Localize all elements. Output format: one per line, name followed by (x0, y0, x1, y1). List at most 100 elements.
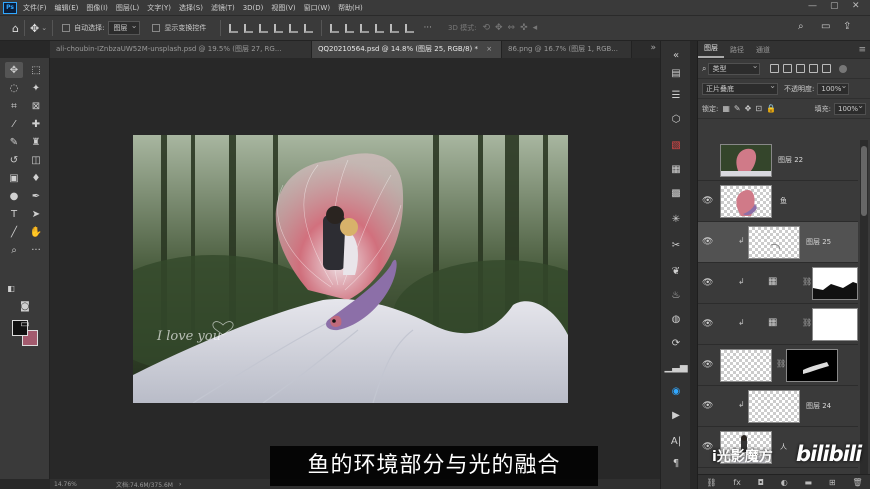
tab-document-1[interactable]: ali-choubin-IZnbzaUW52M-unsplash.psd @ 1… (50, 41, 312, 58)
filter-type-icon[interactable] (796, 64, 806, 73)
layer-item[interactable]: 👁 鱼 (698, 181, 858, 222)
layer-style-icon[interactable]: fx (733, 478, 741, 487)
menu-layer[interactable]: 图层(L) (116, 3, 139, 13)
eyedropper-icon[interactable]: ⁄ (5, 116, 23, 132)
visibility-eye-icon[interactable]: 👁 (702, 278, 713, 288)
type-tool-icon[interactable]: T (5, 206, 23, 222)
patterns-panel-icon[interactable]: ❦ (667, 263, 685, 279)
visibility-eye-icon[interactable]: 👁 (702, 319, 713, 329)
line-tool-icon[interactable]: ╱ (5, 224, 23, 240)
tools-preset-icon[interactable]: ✂ (667, 237, 685, 253)
default-colors-icon[interactable]: ◧ (2, 280, 20, 296)
gradient-tool-icon[interactable]: ▣ (5, 170, 23, 186)
distribute-bottom-icon[interactable] (405, 23, 415, 33)
layer-item[interactable]: 👁 ↲ 图层 25 (698, 222, 858, 263)
layer-mask-thumbnail[interactable] (812, 267, 858, 300)
panel-menu-icon[interactable]: ≡ (858, 45, 866, 58)
align-center-icon[interactable] (244, 23, 254, 33)
menu-select[interactable]: 选择(S) (179, 3, 203, 13)
navigator-panel-icon[interactable]: ◉ (667, 383, 685, 399)
distribute-left-icon[interactable] (330, 23, 340, 33)
auto-select-checkbox[interactable] (62, 24, 71, 32)
search-icon[interactable]: ⌕ (798, 21, 804, 32)
opacity-field[interactable]: 100% (817, 81, 850, 95)
menu-image[interactable]: 图像(I) (86, 3, 108, 13)
link-layers-icon[interactable]: ⛓ (706, 478, 716, 487)
3d-panel-icon[interactable]: ⬡ (667, 111, 685, 127)
menu-edit[interactable]: 编辑(E) (55, 3, 79, 13)
histogram-panel-icon[interactable]: ▁▃▅ (664, 359, 687, 375)
composite-artwork[interactable]: I love you (133, 135, 568, 403)
align-top-icon[interactable] (274, 23, 284, 33)
clone-source-icon[interactable]: ♨ (667, 287, 685, 303)
link-chain-icon[interactable]: ⛓ (802, 277, 812, 286)
distribute-center-icon[interactable] (345, 23, 355, 33)
eraser-tool-icon[interactable]: ◫ (27, 152, 45, 168)
brush-tool-icon[interactable]: ✎ (5, 134, 23, 150)
visibility-off-icon[interactable]: ● (702, 155, 710, 165)
history-brush-icon[interactable]: ↺ (5, 152, 23, 168)
paragraph-panel-icon[interactable]: ¶ (667, 455, 685, 471)
tab-document-3[interactable]: 86.png @ 16.7% (图层 1, RGB... (502, 41, 632, 58)
actions-play-icon[interactable]: ▶ (667, 407, 685, 423)
tab-close-icon[interactable]: × (486, 45, 492, 53)
scrollbar-thumb[interactable] (861, 146, 867, 216)
frame-tool-icon[interactable]: ⊠ (27, 98, 45, 114)
close-icon[interactable]: ✕ (852, 1, 860, 11)
auto-select-dropdown[interactable]: 图层 (108, 20, 141, 35)
menu-help[interactable]: 帮助(H) (338, 3, 363, 13)
tabs-overflow-icon[interactable]: » (650, 43, 656, 53)
layer-filter-dropdown[interactable]: 类型 (708, 61, 761, 75)
zoom-tool-icon[interactable]: ⌕ (5, 242, 23, 258)
healing-brush-icon[interactable]: ✚ (27, 116, 45, 132)
lasso-tool-icon[interactable]: ◌ (5, 80, 23, 96)
maximize-icon[interactable]: ▢ (830, 1, 839, 11)
link-chain-icon[interactable]: ⛓ (802, 318, 812, 327)
crop-tool-icon[interactable]: ⌗ (5, 98, 23, 114)
visibility-eye-icon[interactable]: 👁 (702, 401, 713, 411)
new-adjustment-icon[interactable]: ◐ (781, 478, 788, 487)
align-right-icon[interactable] (259, 23, 269, 33)
zoom-level[interactable]: 14.76% (54, 481, 108, 488)
canvas-area[interactable]: I love you (50, 58, 660, 479)
menu-view[interactable]: 视图(V) (271, 3, 295, 13)
filter-toggle-icon[interactable] (839, 64, 848, 73)
home-icon[interactable]: ⌂ (12, 22, 19, 35)
filter-smart-object-icon[interactable] (822, 64, 832, 73)
quick-mask-icon[interactable]: ◙ (16, 298, 34, 314)
hand-tool-icon[interactable]: ✋ (27, 224, 45, 240)
filter-pixel-icon[interactable] (770, 64, 780, 73)
align-left-icon[interactable] (229, 23, 239, 33)
distribute-top-icon[interactable] (375, 23, 385, 33)
more-tools-icon[interactable]: ··· (27, 242, 45, 258)
delete-layer-icon[interactable]: 🗑 (852, 478, 862, 487)
rotate-panel-icon[interactable]: ⟳ (667, 335, 685, 351)
align-middle-icon[interactable] (289, 23, 299, 33)
tab-paths[interactable]: 路径 (724, 45, 750, 58)
color-panel-icon[interactable]: ▧ (667, 137, 685, 153)
tab-document-2[interactable]: QQ20210564.psd @ 14.8% (图层 25, RGB/8) * … (312, 41, 502, 58)
visibility-eye-icon[interactable]: 👁 (702, 360, 713, 370)
stamp-tool-icon[interactable]: ♜ (27, 134, 45, 150)
layer-item[interactable]: ● 图层 22 (698, 140, 858, 181)
history-panel-icon[interactable]: ▤ (667, 65, 685, 81)
character-panel-icon[interactable]: A| (667, 433, 685, 449)
minimize-icon[interactable]: — (808, 1, 817, 11)
adjustments-panel-icon[interactable]: ☰ (667, 87, 685, 103)
tab-channels[interactable]: 通道 (750, 45, 776, 58)
layer-item[interactable]: 👁 ↲ ▦ ⛓ (698, 304, 858, 345)
more-options-icon[interactable]: ··· (423, 23, 432, 33)
add-mask-icon[interactable]: ◘ (758, 478, 764, 487)
move-tool-icon[interactable]: ✥ (5, 62, 23, 78)
layer-mask-thumbnail[interactable] (812, 308, 858, 341)
dodge-tool-icon[interactable]: ● (5, 188, 23, 204)
marquee-tool-icon[interactable]: ⬚ (27, 62, 45, 78)
photoshop-logo-icon[interactable]: Ps (3, 1, 17, 14)
blend-mode-dropdown[interactable]: 正片叠底 (702, 81, 778, 95)
collapse-icon[interactable]: « (667, 47, 685, 63)
filter-shape-icon[interactable] (809, 64, 819, 73)
status-arrow-icon[interactable]: › (179, 481, 181, 488)
menu-window[interactable]: 窗口(W) (304, 3, 330, 13)
screen-mode-icon[interactable]: ▭ (16, 316, 34, 332)
menu-filter[interactable]: 滤镜(T) (211, 3, 235, 13)
